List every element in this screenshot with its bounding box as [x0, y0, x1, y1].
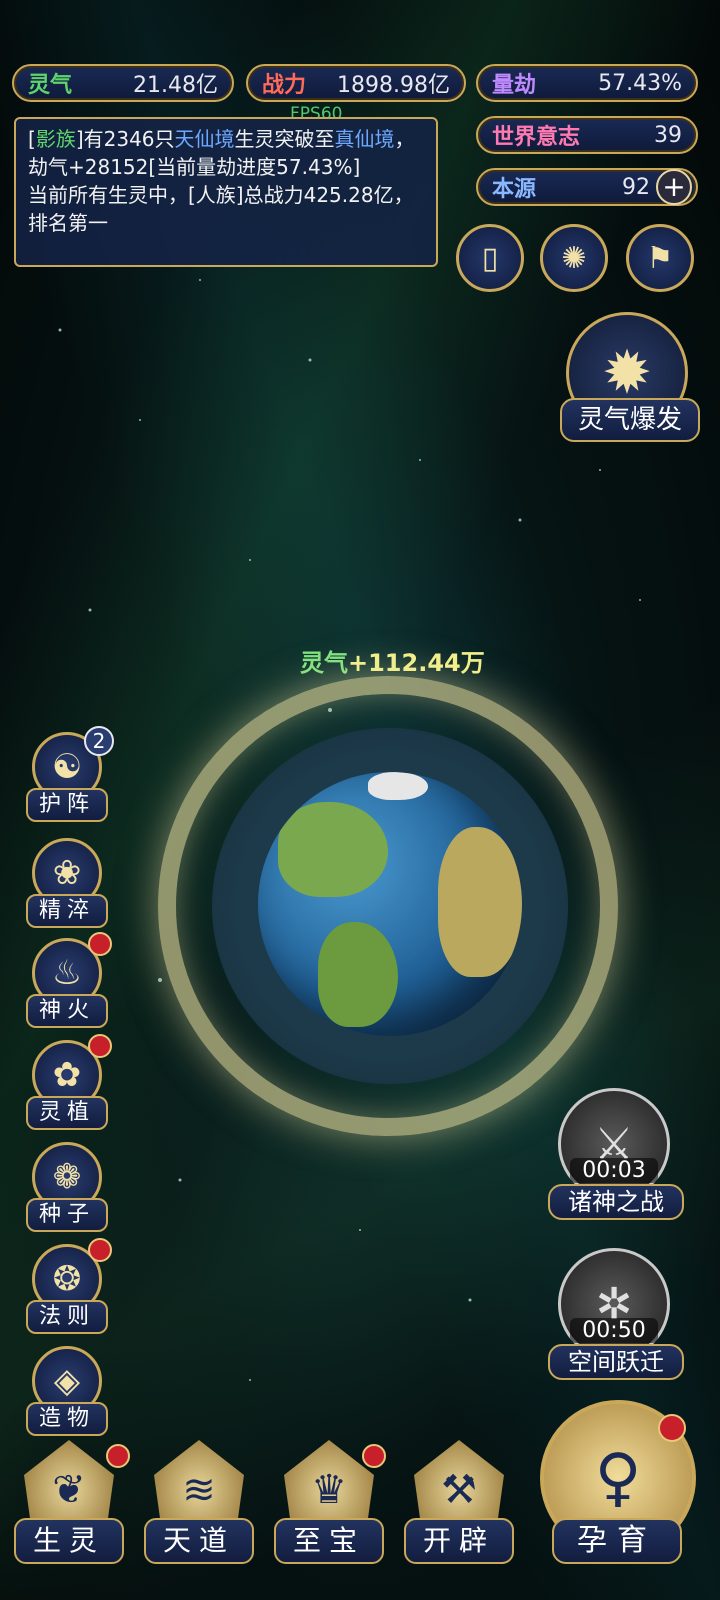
yunyu-button[interactable]: ♀ 孕育: [532, 1400, 702, 1580]
notification-dot: [658, 1414, 686, 1442]
flag-button[interactable]: ⚑: [626, 224, 694, 292]
yunyu-label: 孕育: [552, 1518, 682, 1564]
notification-dot: [88, 1238, 112, 1262]
gain-value: +112.44万: [348, 649, 485, 677]
timer-zhushen-time: 00:03: [570, 1158, 658, 1183]
count-badge: 2: [84, 726, 114, 756]
nav-zhibao[interactable]: ♛ 至宝: [270, 1440, 388, 1590]
resource-lingqi: 灵气 21.48亿: [12, 64, 234, 102]
resource-shijie: 世界意志 39: [476, 116, 698, 154]
continent-africa: [438, 827, 522, 977]
menu-shenhuo[interactable]: ♨ 神火: [26, 932, 112, 1032]
nav-shengling-label: 生灵: [14, 1518, 124, 1564]
menu-shenhuo-label: 神火: [26, 994, 108, 1028]
resource-liangjie-value: 57.43%: [598, 70, 682, 96]
earth-planet[interactable]: [258, 772, 522, 1036]
resource-liangjie: 量劫 57.43%: [476, 64, 698, 102]
lingqi-burst-label[interactable]: 灵气爆发: [560, 398, 700, 442]
event-log: [影族]有2346只天仙境生灵突破至真仙境，劫气+28152[当前量劫进度57.…: [14, 117, 438, 267]
nav-kaipi-label: 开辟: [404, 1518, 514, 1564]
continent-south-america: [318, 922, 398, 1027]
resource-zhanli-label: 战力: [262, 73, 307, 98]
resource-shijie-value: 39: [654, 122, 682, 148]
resource-lingqi-value: 21.48亿: [133, 73, 218, 98]
card-icon: ▯: [481, 240, 499, 276]
resource-benyuan: 本源 92 +: [476, 168, 698, 206]
timer-kongjian-label: 空间跃迁: [548, 1344, 684, 1380]
menu-huzhen-label: 护阵: [26, 788, 108, 822]
resource-shijie-label: 世界意志: [492, 125, 581, 150]
log-race: 影族: [35, 127, 76, 151]
timer-kongjian-time: 00:50: [570, 1318, 658, 1343]
notification-dot: [362, 1444, 386, 1468]
nav-tiandao-label: 天道: [144, 1518, 254, 1564]
log-realm-target: 真仙境: [334, 127, 395, 151]
menu-faze-label: 法则: [26, 1300, 108, 1334]
flag-icon: ⚑: [646, 240, 674, 276]
menu-zhongzi[interactable]: ❁ 种子: [26, 1142, 108, 1236]
timer-kongjian[interactable]: ✲ 00:50 空间跃迁: [548, 1248, 684, 1380]
resource-lingqi-label: 灵气: [28, 73, 73, 98]
nav-shengling[interactable]: ❦ 生灵: [10, 1440, 130, 1590]
continent-north-america: [278, 802, 388, 897]
menu-huzhen[interactable]: ☯ 护阵 2: [26, 726, 114, 826]
resource-zhanli-value: 1898.98亿: [337, 73, 450, 98]
timer-zhushen[interactable]: ⚔ 00:03 诸神之战: [548, 1088, 684, 1220]
menu-jingcui-label: 精淬: [26, 894, 108, 928]
resource-benyuan-label: 本源: [492, 177, 537, 202]
menu-zaowu[interactable]: ◈ 造物: [26, 1346, 108, 1440]
lingqi-gain: 灵气+112.44万: [300, 643, 485, 678]
notification-dot: [88, 1034, 112, 1058]
nav-zhibao-label: 至宝: [274, 1518, 384, 1564]
vortex-icon: ✺: [561, 240, 587, 276]
timer-zhushen-label: 诸神之战: [548, 1184, 684, 1220]
nav-kaipi[interactable]: ⚒ 开辟: [400, 1440, 518, 1590]
menu-zaowu-label: 造物: [26, 1402, 108, 1436]
menu-lingzhi-label: 灵植: [26, 1096, 108, 1130]
log-realm: 天仙境: [174, 127, 235, 151]
resource-zhanli: 战力 1898.98亿: [246, 64, 466, 102]
add-benyuan-button[interactable]: +: [656, 169, 692, 205]
polar-cap: [368, 772, 428, 800]
menu-jingcui[interactable]: ❀ 精淬: [26, 838, 108, 932]
menu-zhongzi-label: 种子: [26, 1198, 108, 1232]
resource-benyuan-value: 92: [622, 174, 650, 200]
gain-key: 灵气: [300, 649, 348, 677]
menu-lingzhi[interactable]: ✿ 灵植: [26, 1034, 112, 1134]
resource-liangjie-label: 量劫: [492, 73, 537, 98]
log-line-2: 当前所有生灵中，[人族]总战力425.28亿，排名第一: [28, 183, 414, 235]
log-line-1: [影族]有2346只天仙境生灵突破至真仙境，劫气+28152[当前量劫进度57.…: [28, 127, 415, 179]
nav-tiandao[interactable]: ≋ 天道: [140, 1440, 258, 1590]
menu-faze[interactable]: ❂ 法则: [26, 1238, 112, 1338]
vortex-button[interactable]: ✺: [540, 224, 608, 292]
notification-dot: [106, 1444, 130, 1468]
card-button[interactable]: ▯: [456, 224, 524, 292]
notification-dot: [88, 932, 112, 956]
